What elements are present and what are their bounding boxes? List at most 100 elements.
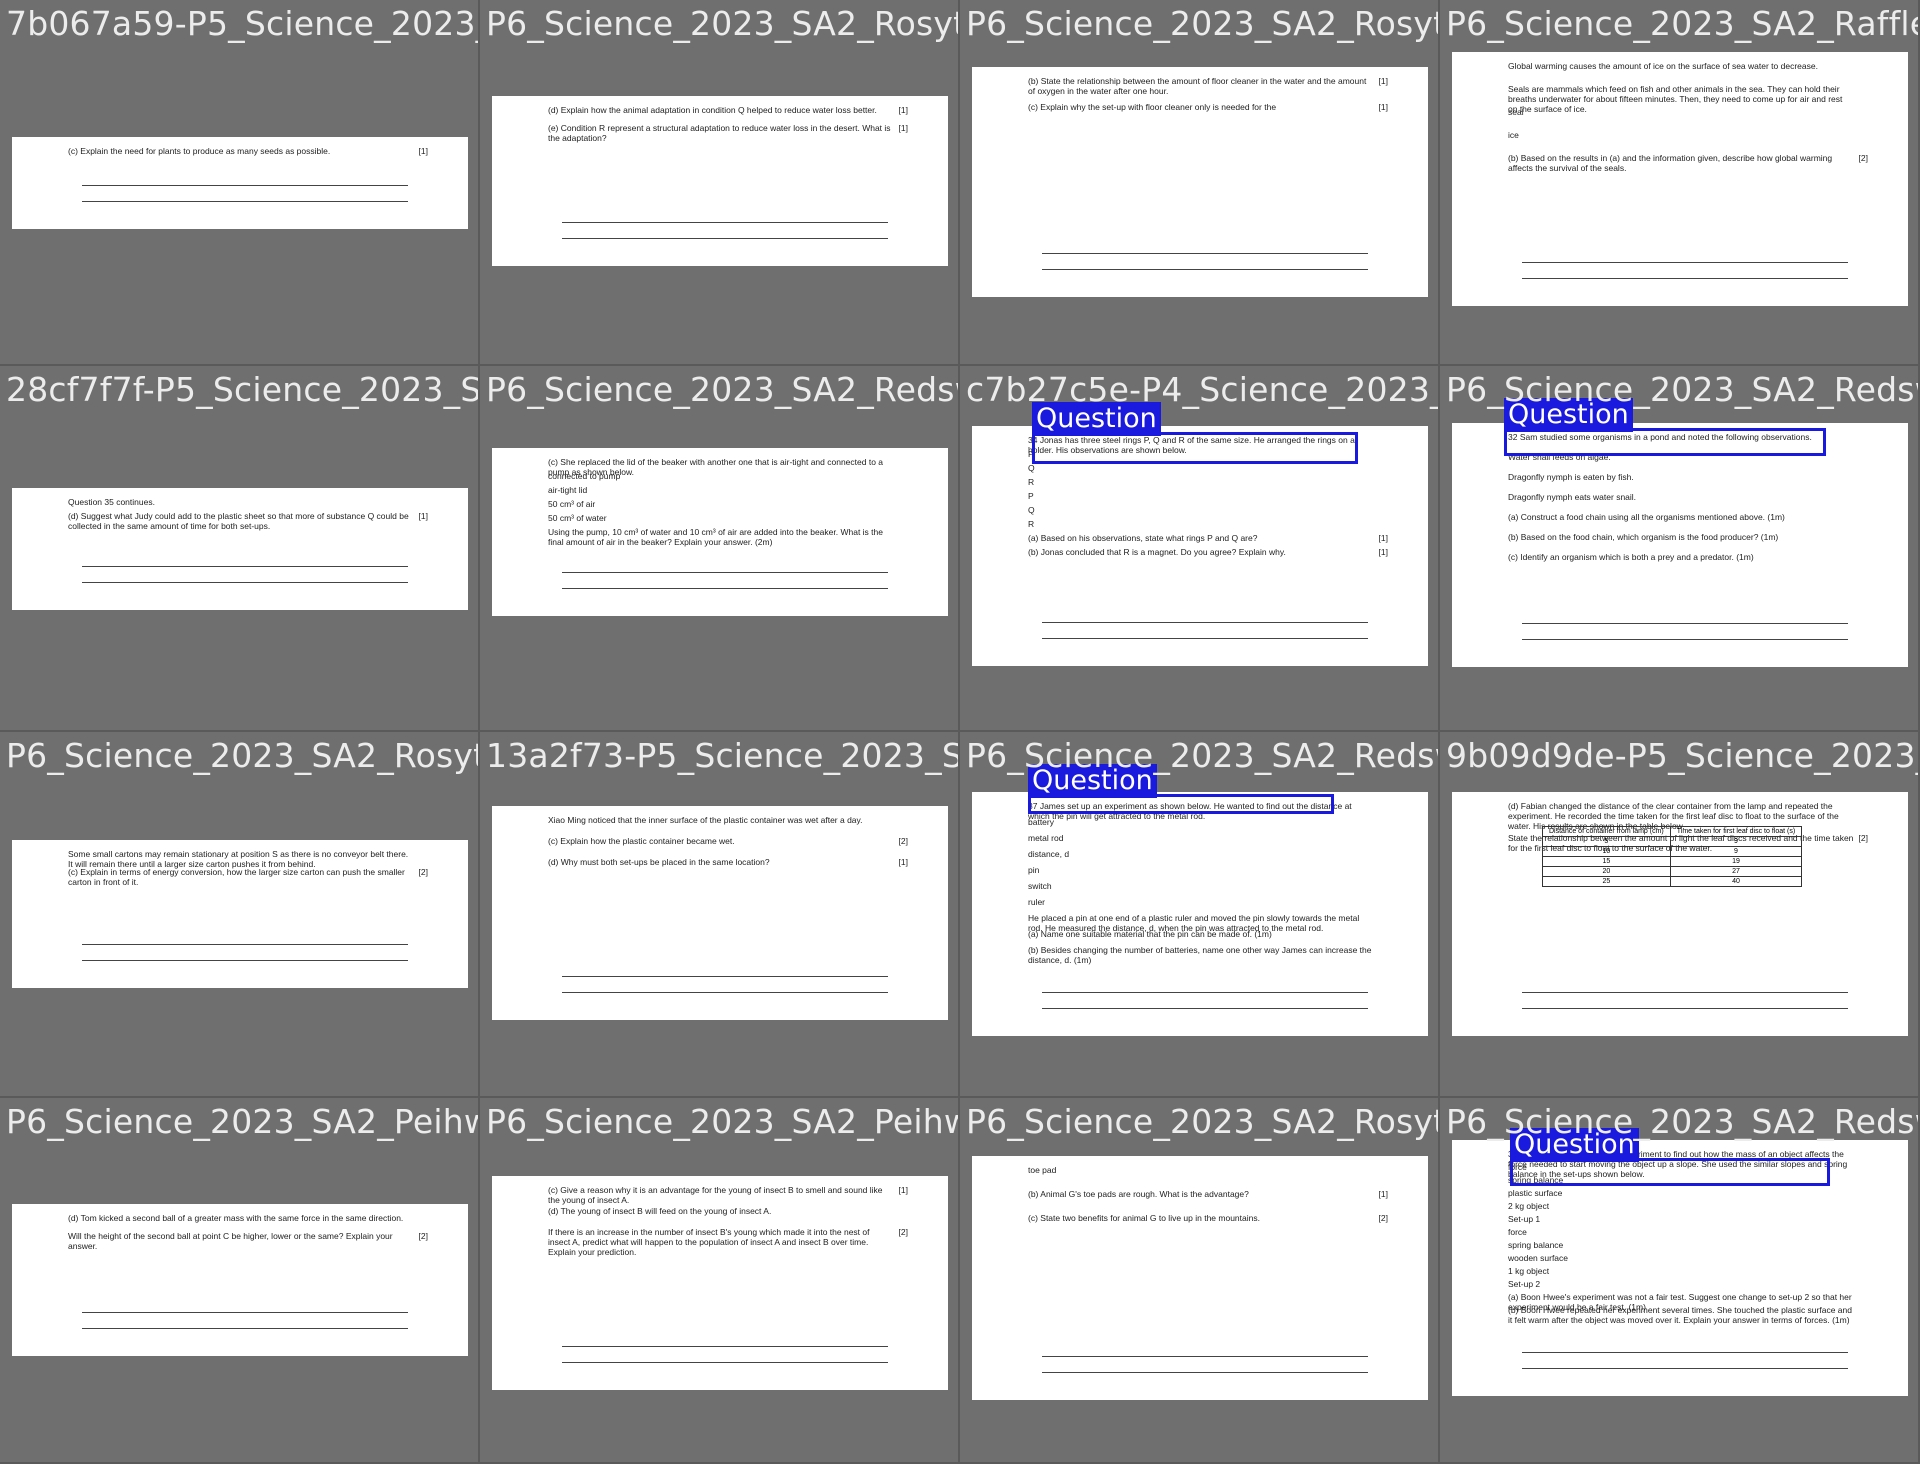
question-text: pin bbox=[1028, 865, 1040, 875]
tile-filename: P6_Science_2023_SA2_Peihwa_page_open bbox=[6, 1102, 478, 1141]
answer-line bbox=[1522, 262, 1848, 263]
question-text: spring balance bbox=[1508, 1240, 1564, 1250]
answer-line bbox=[562, 1362, 888, 1363]
question-text: (d) Explain how the animal adaptation in… bbox=[548, 105, 877, 115]
document-page: (b) State the relationship between the a… bbox=[972, 67, 1428, 297]
question-text: toe pad bbox=[1028, 1165, 1057, 1175]
image-tile[interactable]: Xiao Ming noticed that the inner surface… bbox=[480, 732, 960, 1098]
question-text: [1] bbox=[1378, 533, 1388, 543]
tile-filename: 13a2f73-P5_Science_2023_SA2_Maris... bbox=[486, 736, 958, 775]
question-text: Q bbox=[1028, 463, 1035, 473]
question-text: Q bbox=[1028, 505, 1035, 515]
question-text: [1] bbox=[1378, 1189, 1388, 1199]
document-page: Global warming causes the amount of ice … bbox=[1452, 52, 1908, 306]
question-text: [1] bbox=[1378, 547, 1388, 557]
answer-line bbox=[562, 588, 888, 589]
table-cell: 9 bbox=[1669, 846, 1803, 857]
answer-line bbox=[1522, 1368, 1848, 1369]
image-tile[interactable]: (c) Explain the need for plants to produ… bbox=[0, 0, 480, 366]
question-bounding-box[interactable] bbox=[1032, 432, 1358, 464]
image-tile[interactable]: (d) Tom kicked a second ball of a greate… bbox=[0, 1098, 480, 1464]
answer-line bbox=[1042, 1372, 1368, 1373]
tile-filename: P6_Science_2023_SA2_Raffles_... bbox=[1446, 4, 1918, 43]
question-text: plastic surface bbox=[1508, 1188, 1563, 1198]
answer-line bbox=[562, 1346, 888, 1347]
question-text: (e) Condition R represent a structural a… bbox=[548, 123, 891, 143]
question-text: Set-up 1 bbox=[1508, 1214, 1541, 1224]
question-bounding-box[interactable] bbox=[1504, 428, 1826, 456]
question-text: [1] bbox=[898, 105, 908, 115]
image-tile[interactable]: 30 Boon Hwee conducted an experiment to … bbox=[1440, 1098, 1920, 1464]
answer-line bbox=[562, 238, 888, 239]
image-tile[interactable]: Question 35 continues. (d) Suggest what J… bbox=[0, 366, 480, 732]
image-tile[interactable]: 37 James set up an experiment as shown b… bbox=[960, 732, 1440, 1098]
image-tile[interactable]: (b) State the relationship between the a… bbox=[960, 0, 1440, 366]
question-text: connected to pump bbox=[548, 471, 621, 481]
question-text: [2] bbox=[898, 1227, 908, 1237]
question-text: force bbox=[1508, 1227, 1527, 1237]
results-table: Distance of container from lamp (cm) Time… bbox=[1542, 826, 1803, 887]
image-tile[interactable]: (c) Give a reason why it is an advantage… bbox=[480, 1098, 960, 1464]
question-text: (a) Name one suitable material that the … bbox=[1028, 929, 1272, 939]
answer-line bbox=[1522, 639, 1848, 640]
table-cell: 19 bbox=[1669, 856, 1803, 867]
question-text: 50 cm³ of air bbox=[548, 499, 596, 509]
question-text: (c) Give a reason why it is an advantage… bbox=[548, 1185, 883, 1205]
image-tile[interactable]: (c) She replaced the lid of the beaker w… bbox=[480, 366, 960, 732]
answer-line bbox=[82, 960, 408, 961]
question-text: [1] bbox=[1378, 76, 1388, 86]
image-tile[interactable]: (d) Explain how the animal adaptation in… bbox=[480, 0, 960, 366]
tile-filename: 7b067a59-P5_Science_2023_SA2_Tao... bbox=[6, 4, 478, 43]
question-text: [1] bbox=[418, 146, 428, 156]
question-text: [2] bbox=[418, 867, 428, 877]
document-page: 37 James set up an experiment as shown b… bbox=[972, 792, 1428, 1036]
document-page: (d) Tom kicked a second ball of a greate… bbox=[12, 1204, 468, 1356]
image-tile[interactable]: Global warming causes the amount of ice … bbox=[1440, 0, 1920, 366]
question-text: distance, d bbox=[1028, 849, 1070, 859]
question-text: [2] bbox=[898, 836, 908, 846]
question-text: (b) Boon Hwee repeated her experiment se… bbox=[1508, 1305, 1852, 1325]
table-cell: 5 bbox=[1542, 836, 1671, 847]
question-text: [2] bbox=[1378, 1213, 1388, 1223]
tile-filename: P6_Science_2023_SA2_Rosyth_page_open bbox=[966, 4, 1438, 43]
table-cell: 40 bbox=[1669, 876, 1803, 887]
question-text: (c) Explain how the plastic container be… bbox=[548, 836, 735, 846]
table-cell: 27 bbox=[1669, 866, 1803, 877]
answer-line bbox=[1042, 1356, 1368, 1357]
image-tile[interactable]: (d) Fabian changed the distance of the c… bbox=[1440, 732, 1920, 1098]
question-text: Using the pump, 10 cm³ of water and 10 c… bbox=[548, 527, 883, 547]
document-page: (d) Explain how the animal adaptation in… bbox=[492, 96, 948, 266]
question-text: [1] bbox=[898, 857, 908, 867]
question-text: (c) State two benefits for animal G to l… bbox=[1028, 1213, 1260, 1223]
answer-line bbox=[1042, 622, 1368, 623]
tile-filename: P6_Science_2023_SA2_Rosyth_page_open bbox=[6, 736, 478, 775]
question-text: [1] bbox=[418, 511, 428, 521]
question-text: ruler bbox=[1028, 897, 1046, 907]
question-text: Dragonfly nymph is eaten by fish. bbox=[1508, 472, 1634, 482]
answer-line bbox=[82, 566, 408, 567]
question-text: (b) State the relationship between the a… bbox=[1028, 76, 1367, 96]
document-page: (c) Give a reason why it is an advantage… bbox=[492, 1176, 948, 1390]
image-tile[interactable]: Some small cartons may remain stationary… bbox=[0, 732, 480, 1098]
document-page: Xiao Ming noticed that the inner surface… bbox=[492, 806, 948, 1020]
table-cell: 15 bbox=[1542, 856, 1671, 867]
question-bounding-box[interactable] bbox=[1510, 1158, 1830, 1186]
question-text: (c) Identify an organism which is both a… bbox=[1508, 552, 1754, 562]
table-header: Distance of container from lamp (cm) bbox=[1542, 826, 1671, 837]
question-text: [2] bbox=[1858, 153, 1868, 163]
image-tile[interactable]: toe pad (b) Animal G's toe pads are rough… bbox=[960, 1098, 1440, 1464]
image-tile[interactable]: 34 Jonas has three steel rings P, Q and … bbox=[960, 366, 1440, 732]
question-text: (b) Besides changing the number of batte… bbox=[1028, 945, 1372, 965]
answer-line bbox=[82, 1328, 408, 1329]
question-text: (b) Based on the results in (a) and the … bbox=[1508, 153, 1833, 173]
question-text: Global warming causes the amount of ice … bbox=[1508, 61, 1818, 71]
question-text: ice bbox=[1508, 130, 1519, 140]
question-text: Question 35 continues. bbox=[68, 497, 155, 507]
answer-line bbox=[1042, 992, 1368, 993]
question-text: (d) Why must both set-ups be placed in t… bbox=[548, 857, 770, 867]
question-text: [1] bbox=[898, 1185, 908, 1195]
document-page: (d) Fabian changed the distance of the c… bbox=[1452, 792, 1908, 1036]
image-tile[interactable]: 32 Sam studied some organisms in a pond … bbox=[1440, 366, 1920, 732]
answer-line bbox=[82, 582, 408, 583]
question-text: (b) Based on the food chain, which organ… bbox=[1508, 532, 1779, 542]
